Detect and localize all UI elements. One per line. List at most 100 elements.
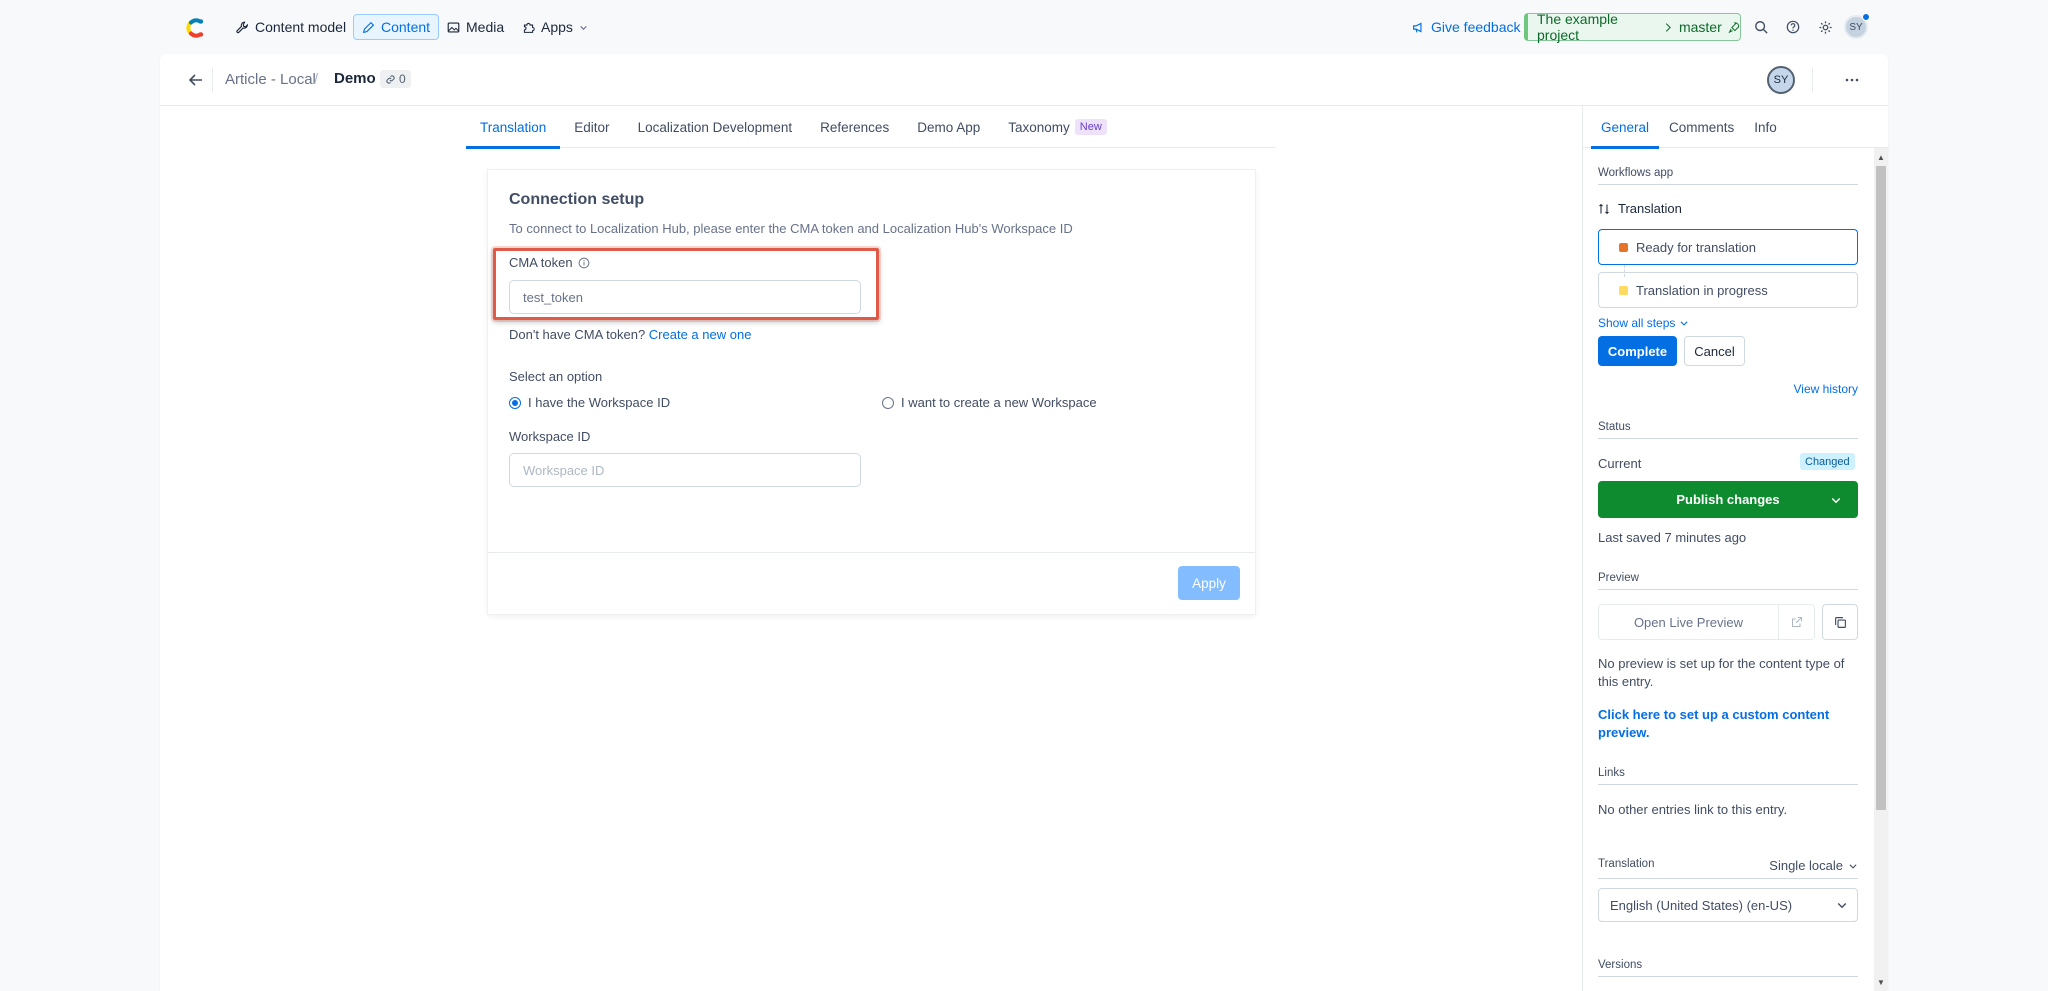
- cma-token-input[interactable]: [509, 280, 861, 314]
- chevron-down-icon[interactable]: [1830, 494, 1842, 506]
- workflow-title: Translation: [1598, 201, 1682, 216]
- external-link-icon: [1791, 616, 1802, 628]
- nav-media-label: Media: [466, 19, 505, 35]
- external-link-button[interactable]: [1779, 604, 1815, 640]
- connection-title: Connection setup: [509, 191, 645, 208]
- back-arrow-icon[interactable]: [186, 70, 206, 90]
- copy-button[interactable]: [1822, 604, 1858, 640]
- sidebar-tab-info-label: Info: [1754, 119, 1777, 135]
- tab-localization-development[interactable]: Localization Development: [624, 106, 807, 148]
- workspace-id-label: Workspace ID: [509, 429, 591, 444]
- entry-collaborator-avatar[interactable]: SY: [1767, 66, 1795, 94]
- env-project-name: The example project: [1537, 11, 1618, 43]
- chevron-right-icon: [1665, 22, 1671, 32]
- select-option-label: Select an option: [509, 369, 603, 384]
- tab-references[interactable]: References: [806, 106, 903, 148]
- chevron-down-icon: [1849, 863, 1857, 869]
- tab-editor-label: Editor: [574, 119, 610, 135]
- radio-have-workspace-label: I have the Workspace ID: [528, 395, 671, 410]
- radio-create-workspace[interactable]: I want to create a new Workspace: [882, 395, 1097, 410]
- apply-button[interactable]: Apply: [1178, 566, 1240, 600]
- chevron-down-icon: [1837, 903, 1847, 909]
- connection-description: To connect to Localization Hub, please e…: [509, 221, 1073, 236]
- translation-heading-label: Translation: [1598, 858, 1655, 870]
- rocket-icon: [1728, 21, 1739, 33]
- workflow-name: Translation: [1618, 201, 1682, 216]
- step-in-progress-label: Translation in progress: [1636, 282, 1768, 298]
- tab-taxonomy-label: Taxonomy: [1008, 119, 1070, 135]
- env-branch-name: master: [1678, 19, 1722, 35]
- create-token-link[interactable]: Create a new one: [649, 327, 752, 342]
- contentful-logo[interactable]: [182, 15, 208, 41]
- workspace-id-input[interactable]: [509, 453, 861, 487]
- cancel-button[interactable]: Cancel: [1684, 336, 1745, 366]
- setup-preview-link[interactable]: Click here to set up a custom content pr…: [1598, 706, 1838, 742]
- more-options-icon[interactable]: [1842, 70, 1862, 90]
- nav-content[interactable]: Content: [353, 14, 440, 40]
- nav-apps[interactable]: Apps: [514, 14, 596, 40]
- help-icon[interactable]: [1782, 16, 1804, 38]
- new-badge: New: [1074, 119, 1107, 135]
- references-badge[interactable]: 0: [380, 70, 411, 88]
- pen-icon: [362, 21, 375, 33]
- wrench-icon: [236, 21, 248, 33]
- image-icon: [447, 21, 460, 33]
- workflow-step-ready[interactable]: Ready for translation: [1598, 229, 1858, 265]
- locale-select[interactable]: English (United States) (en-US): [1598, 888, 1858, 922]
- nav-media[interactable]: Media: [439, 14, 512, 40]
- search-icon[interactable]: [1750, 16, 1772, 38]
- info-icon[interactable]: [578, 257, 590, 269]
- show-all-steps-link[interactable]: Show all steps: [1598, 316, 1689, 330]
- show-all-steps-label: Show all steps: [1598, 316, 1676, 330]
- cma-token-label: CMA token: [509, 255, 590, 270]
- sidebar-tab-info[interactable]: Info: [1744, 106, 1787, 148]
- nav-content-model[interactable]: Content model: [228, 14, 354, 40]
- tab-translation[interactable]: Translation: [466, 106, 561, 149]
- tab-taxonomy[interactable]: Taxonomy New: [994, 106, 1121, 148]
- megaphone-icon: [1413, 22, 1422, 33]
- radio-have-workspace[interactable]: I have the Workspace ID: [509, 395, 670, 410]
- scrollbar-thumb[interactable]: [1876, 166, 1886, 810]
- workflow-step-in-progress[interactable]: Translation in progress: [1598, 272, 1858, 308]
- cma-token-label-text: CMA token: [509, 255, 573, 270]
- nav-content-model-label: Content model: [255, 19, 347, 35]
- locale-mode-selector[interactable]: Single locale: [1769, 858, 1858, 873]
- gear-icon[interactable]: [1814, 16, 1836, 38]
- scroll-up-arrow[interactable]: ▲: [1876, 152, 1886, 162]
- versions-heading: Versions: [1598, 959, 1858, 977]
- publish-changes-button[interactable]: Publish changes: [1598, 481, 1858, 518]
- last-saved-text: Last saved 7 minutes ago: [1598, 530, 1747, 545]
- sidebar-tabs: General Comments Info: [1583, 106, 1889, 149]
- entry-sidebar: General Comments Info Workflows app Tran…: [1582, 106, 1889, 991]
- tab-demo-app-label: Demo App: [917, 119, 981, 135]
- view-history-link[interactable]: View history: [1794, 382, 1858, 396]
- translation-heading: Translation Single locale: [1598, 858, 1858, 879]
- copy-icon: [1834, 616, 1846, 628]
- scroll-down-arrow[interactable]: ▼: [1876, 977, 1886, 987]
- environment-switcher[interactable]: The example project master: [1524, 11, 1741, 43]
- step-status-dot: [1619, 285, 1628, 295]
- tab-editor[interactable]: Editor: [560, 106, 623, 148]
- give-feedback-button[interactable]: Give feedback: [1412, 14, 1521, 40]
- radio-create-workspace-label: I want to create a new Workspace: [901, 395, 1097, 410]
- no-preview-text: No preview is set up for the content typ…: [1598, 656, 1845, 689]
- sidebar-tab-general[interactable]: General: [1591, 106, 1660, 149]
- radio-have-workspace-dot[interactable]: [509, 396, 521, 409]
- breadcrumb-content-type[interactable]: Article - Local: [225, 71, 316, 88]
- tab-demo-app[interactable]: Demo App: [903, 106, 994, 148]
- notification-dot: [1862, 13, 1870, 21]
- tab-translation-label: Translation: [480, 119, 547, 135]
- complete-button[interactable]: Complete: [1598, 336, 1677, 366]
- radio-create-workspace-dot[interactable]: [882, 396, 894, 409]
- sidebar-tab-comments-label: Comments: [1669, 119, 1735, 135]
- chevron-down-icon: [1680, 321, 1688, 326]
- cma-token-hint: Don't have CMA token? Create a new one: [509, 327, 751, 342]
- step-ready-label: Ready for translation: [1636, 239, 1756, 255]
- link-icon: [386, 74, 395, 84]
- references-count: 0: [399, 72, 406, 86]
- sidebar-tab-comments[interactable]: Comments: [1659, 106, 1744, 148]
- open-live-preview-button[interactable]: Open Live Preview: [1598, 604, 1779, 640]
- workflow-icon: [1599, 203, 1609, 214]
- editor-tabs: Translation Editor Localization Developm…: [466, 106, 1276, 149]
- header-divider: [212, 68, 213, 92]
